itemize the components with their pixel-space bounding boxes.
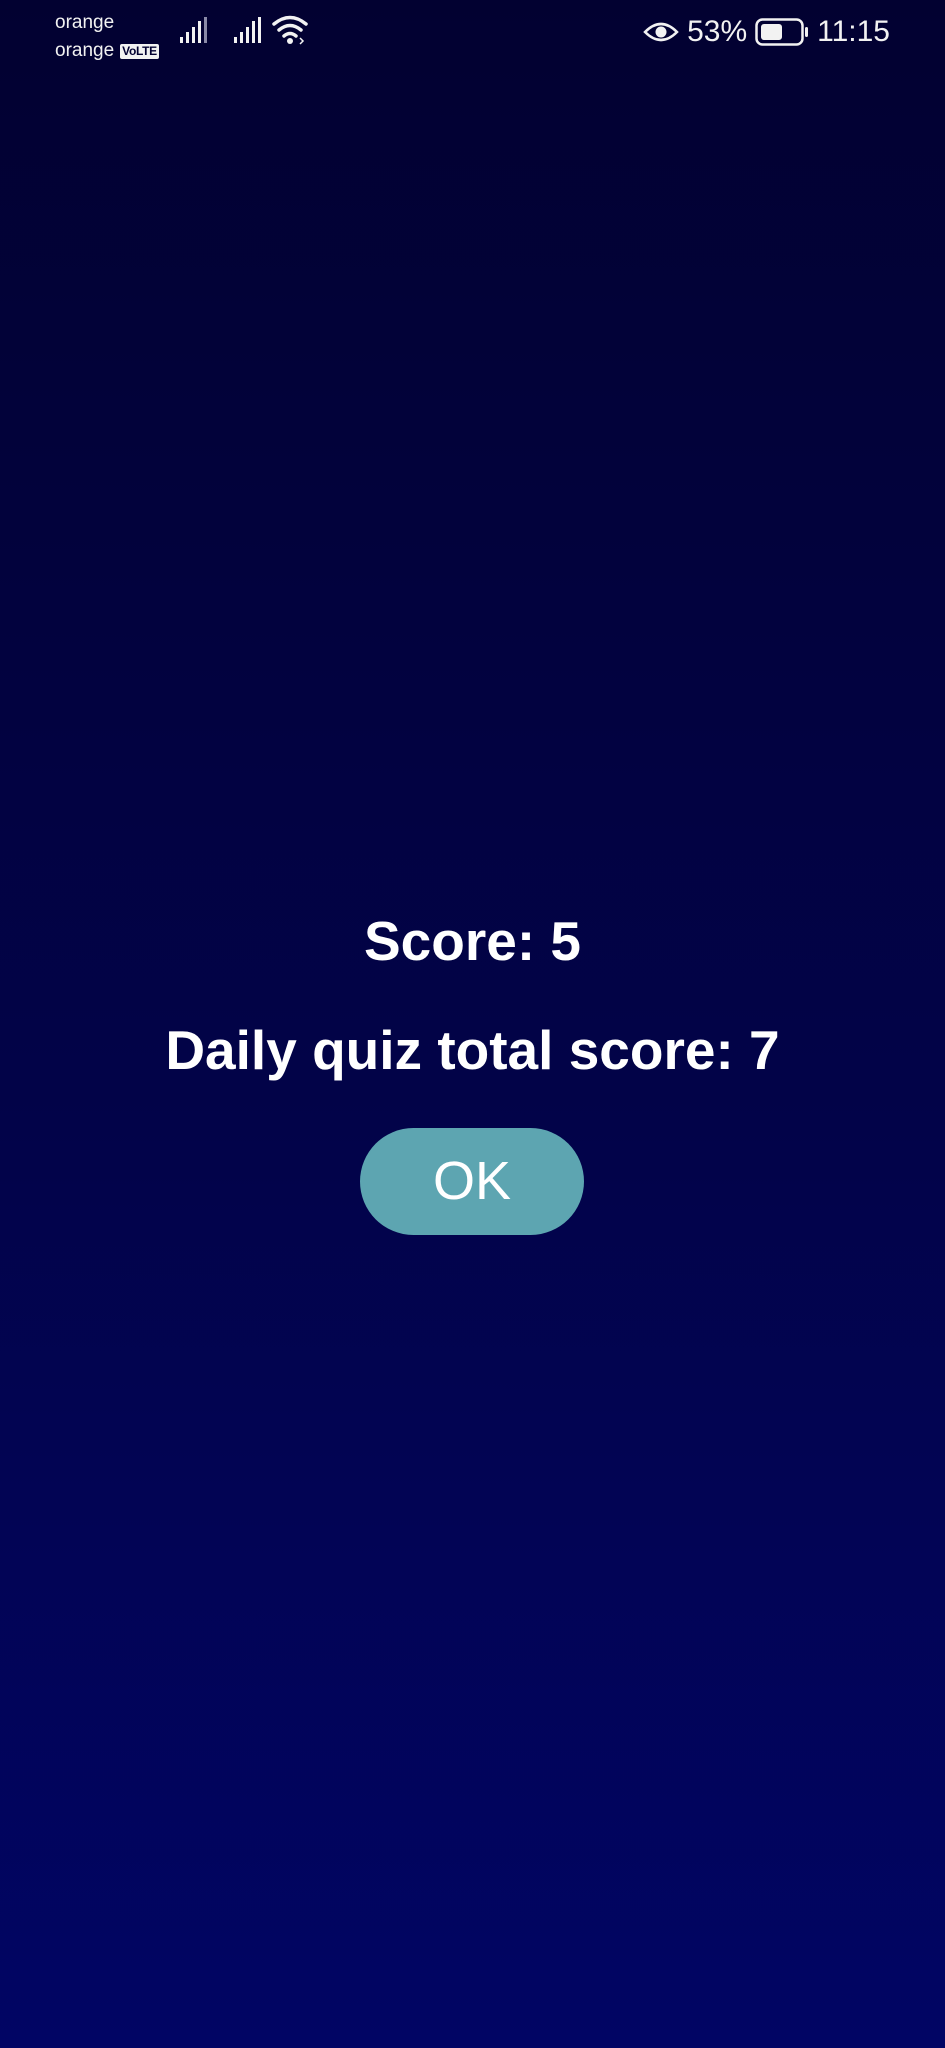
carrier-line-2: orange VoLTE: [55, 37, 159, 65]
eye-icon: [643, 22, 679, 42]
wifi-icon: [272, 15, 308, 45]
signal-icon: [234, 17, 261, 43]
battery-percent: 53%: [687, 15, 748, 48]
carrier-info: orange orange VoLTE: [55, 9, 159, 65]
battery-icon: [755, 18, 809, 46]
status-right-group: 53% 11:15: [643, 12, 890, 52]
score-text: Score: 5: [363, 910, 582, 972]
carrier-name-1: orange: [55, 12, 115, 33]
status-bar: orange orange VoLTE 53% 11:15: [0, 0, 945, 64]
clock: 11:15: [817, 15, 890, 48]
ok-button[interactable]: OK: [360, 1128, 584, 1235]
signal-icon: [180, 17, 207, 43]
volte-badge: VoLTE: [120, 43, 159, 59]
daily-total-score-text: Daily quiz total score: 7: [165, 1019, 780, 1081]
carrier-name-2: orange: [55, 40, 115, 61]
carrier-line-1: orange: [55, 9, 159, 37]
